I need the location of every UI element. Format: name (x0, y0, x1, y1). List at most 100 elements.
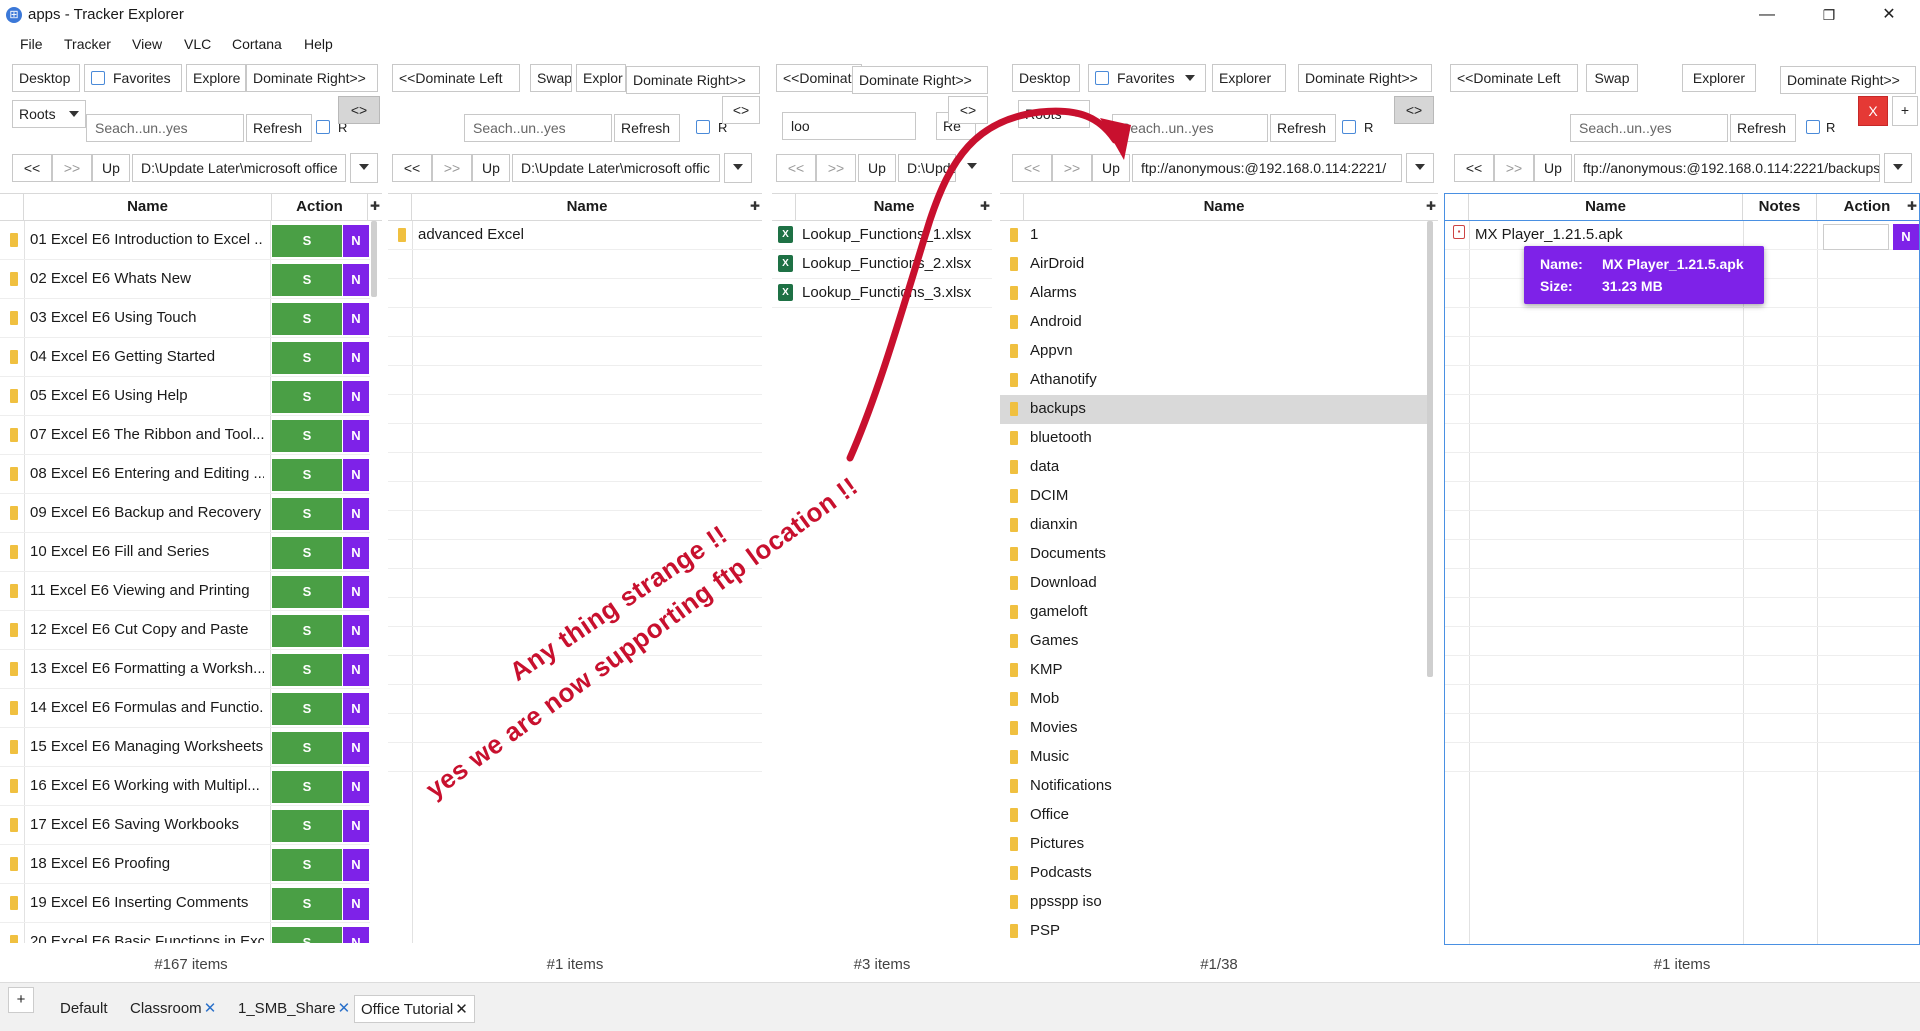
back-button[interactable]: << (1454, 154, 1494, 182)
close-tab-icon[interactable]: ✕ (455, 1001, 468, 1018)
swap-toggle-button[interactable]: <> (1394, 96, 1434, 124)
add-panel-button[interactable]: + (1892, 96, 1918, 126)
list-item[interactable]: 02 Excel E6 Whats New S N (0, 260, 370, 299)
s-button[interactable]: S (272, 537, 342, 569)
search-input[interactable]: Seach..un..yes (464, 114, 612, 142)
path-input[interactable]: D:\Update Later\microsoft offic (512, 154, 720, 182)
search-input[interactable]: Seach..un..yes (1112, 114, 1268, 142)
s-button[interactable]: S (272, 810, 342, 842)
r-checkbox[interactable] (1806, 120, 1820, 134)
list-item[interactable]: data (1000, 453, 1428, 482)
close-tab-icon[interactable]: ✕ (338, 1000, 351, 1017)
n-button[interactable]: N (343, 537, 369, 569)
forward-button[interactable]: >> (52, 154, 92, 182)
r-checkbox[interactable] (696, 120, 710, 134)
header-action[interactable]: Action (1817, 194, 1917, 220)
close-window-button[interactable]: ✕ (1866, 0, 1912, 30)
n-button[interactable]: N (343, 732, 369, 764)
header-name[interactable]: Name (1469, 194, 1743, 220)
roots-dropdown[interactable]: Roots (1018, 100, 1090, 128)
search-input[interactable]: Seach..un..yes (1570, 114, 1728, 142)
path-input[interactable]: D:\Update Later\microsoft office (132, 154, 346, 182)
list-item[interactable]: 17 Excel E6 Saving Workbooks S N (0, 806, 370, 845)
n-button[interactable]: N (343, 264, 369, 296)
dominate-left-button[interactable]: <<Dominate Left (392, 64, 520, 92)
list-item[interactable]: Documents (1000, 540, 1428, 569)
explorer-button[interactable]: Explorer (1212, 64, 1286, 92)
s-button[interactable]: S (272, 927, 342, 943)
dominate-right-button[interactable]: Dominate Right>> (626, 66, 760, 94)
n-button[interactable]: N (343, 849, 369, 881)
forward-button[interactable]: >> (816, 154, 856, 182)
list-item[interactable]: 03 Excel E6 Using Touch S N (0, 299, 370, 338)
dominate-right-button[interactable]: Dominate Right>> (852, 66, 988, 94)
list-item[interactable]: X Lookup_Functions_1.xlsx (772, 221, 992, 250)
dominate-right-button[interactable]: Dominate Right>> (246, 64, 378, 92)
desktop-button[interactable]: Desktop (12, 64, 80, 92)
list-item[interactable]: 12 Excel E6 Cut Copy and Paste S N (0, 611, 370, 650)
favorites-checkbox[interactable] (91, 71, 105, 85)
header-name[interactable]: Name (412, 194, 762, 220)
list-item[interactable]: 20 Excel E6 Basic Functions in Excel S N (0, 923, 370, 943)
s-button[interactable]: S (272, 615, 342, 647)
back-button[interactable]: << (776, 154, 816, 182)
swap-toggle-button[interactable]: <> (722, 96, 760, 124)
search-input[interactable]: loo (782, 112, 916, 140)
n-button[interactable]: N (343, 615, 369, 647)
desktop-button[interactable]: Desktop (1012, 64, 1080, 92)
path-dropdown[interactable] (958, 153, 986, 183)
list-item[interactable]: 10 Excel E6 Fill and Series S N (0, 533, 370, 572)
n-button[interactable]: N (1893, 224, 1919, 250)
n-button[interactable]: N (343, 771, 369, 803)
add-tab-button[interactable]: + (8, 987, 34, 1013)
n-button[interactable]: N (343, 459, 369, 491)
n-button[interactable]: N (343, 576, 369, 608)
list-item[interactable]: Office (1000, 801, 1428, 830)
refresh-button[interactable]: Refresh (246, 114, 312, 142)
n-button[interactable]: N (343, 381, 369, 413)
list-item[interactable]: 14 Excel E6 Formulas and Functio... S N (0, 689, 370, 728)
list-item[interactable]: Alarms (1000, 279, 1428, 308)
s-button[interactable]: S (272, 303, 342, 335)
refresh-button[interactable]: Refresh (1730, 114, 1796, 142)
list-item[interactable]: 19 Excel E6 Inserting Comments S N (0, 884, 370, 923)
n-button[interactable]: N (343, 810, 369, 842)
tab-classroom[interactable]: Classroom ✕ (124, 995, 222, 1023)
list-item[interactable]: Download (1000, 569, 1428, 598)
list-item[interactable]: 15 Excel E6 Managing Worksheets S N (0, 728, 370, 767)
back-button[interactable]: << (12, 154, 52, 182)
swap-button[interactable]: Swap (1586, 64, 1638, 92)
add-column-icon[interactable]: ✚ (1426, 194, 1436, 218)
s-button[interactable]: S (272, 849, 342, 881)
header-name[interactable]: Name (1024, 194, 1424, 220)
path-input[interactable]: D:\Upda (898, 154, 956, 182)
list-item[interactable]: 18 Excel E6 Proofing S N (0, 845, 370, 884)
s-button[interactable]: S (272, 342, 342, 374)
n-button[interactable]: N (343, 342, 369, 374)
menu-tracker[interactable]: Tracker (64, 36, 111, 52)
list-item[interactable]: backups (1000, 395, 1428, 424)
add-column-icon[interactable]: ✚ (750, 194, 760, 218)
s-button[interactable]: S (272, 420, 342, 452)
explorer-button[interactable]: Explor (576, 64, 626, 92)
header-name[interactable]: Name (24, 194, 272, 220)
tab-default[interactable]: Default (54, 995, 114, 1023)
swap-button[interactable]: Swap (530, 64, 572, 92)
r-checkbox[interactable] (316, 120, 330, 134)
n-button[interactable]: N (343, 303, 369, 335)
n-button[interactable]: N (343, 693, 369, 725)
forward-button[interactable]: >> (1494, 154, 1534, 182)
s-button[interactable]: S (272, 888, 342, 920)
header-action[interactable]: Action (272, 194, 368, 220)
s-button[interactable]: S (272, 576, 342, 608)
forward-button[interactable]: >> (432, 154, 472, 182)
menu-help[interactable]: Help (304, 36, 333, 52)
add-column-icon[interactable]: ✚ (980, 194, 990, 218)
list-item[interactable]: Mob (1000, 685, 1428, 714)
list-item[interactable]: advanced Excel (388, 221, 762, 250)
dominate-right-button[interactable]: Dominate Right>> (1780, 66, 1916, 94)
n-button[interactable]: N (343, 927, 369, 943)
list-item[interactable]: PSP (1000, 917, 1428, 943)
list-item[interactable]: Pictures (1000, 830, 1428, 859)
s-button[interactable]: S (272, 381, 342, 413)
